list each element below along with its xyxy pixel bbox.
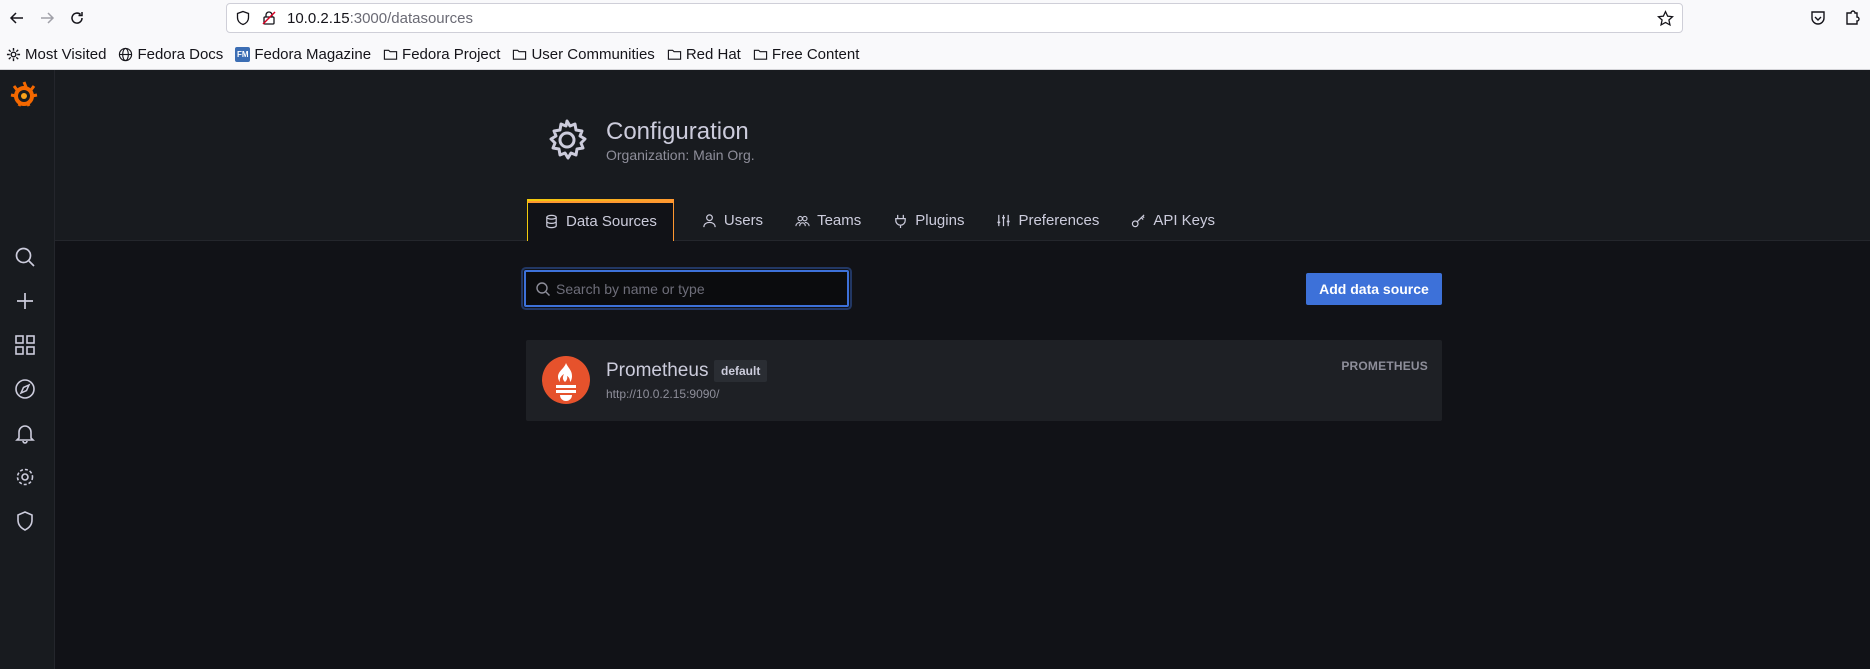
bookmark-fedora-project[interactable]: Fedora Project	[383, 46, 500, 63]
folder-icon	[667, 49, 681, 60]
tab-label: Data Sources	[566, 212, 657, 230]
address-bar[interactable]: 10.0.2.15:3000/datasources	[226, 3, 1683, 33]
dashboards-grid-icon	[15, 335, 35, 355]
tab-preferences[interactable]: Preferences	[980, 199, 1115, 241]
url-text: 10.0.2.15:3000/datasources	[287, 10, 473, 27]
tab-plugins[interactable]: Plugins	[877, 199, 980, 241]
tab-api-keys[interactable]: API Keys	[1115, 199, 1231, 241]
folder-icon	[753, 49, 767, 60]
alerting-nav[interactable]	[13, 421, 37, 445]
default-badge: default	[714, 360, 768, 382]
url-path: :3000/datasources	[349, 10, 473, 27]
bookmark-label: Fedora Magazine	[254, 45, 372, 63]
search-nav[interactable]	[13, 245, 37, 269]
shield-icon	[17, 511, 33, 531]
config-tabs: Data Sources Users Teams Plugins Prefere…	[527, 199, 1231, 241]
bookmark-star-icon[interactable]	[1657, 10, 1674, 27]
datasource-name: Prometheus	[606, 360, 709, 381]
reload-icon	[71, 12, 83, 24]
insecure-lock-icon[interactable]	[261, 10, 277, 26]
datasource-url: http://10.0.2.15:9090/	[606, 387, 720, 401]
sliders-icon	[997, 214, 1011, 226]
add-data-source-button[interactable]: Add data source	[1306, 273, 1442, 305]
extensions-icon[interactable]	[1843, 9, 1861, 27]
tab-label: Plugins	[915, 211, 965, 229]
teams-icon	[795, 215, 810, 226]
search-icon	[536, 282, 550, 296]
create-nav[interactable]	[13, 289, 37, 313]
bookmark-label: Fedora Project	[402, 45, 501, 63]
gear-icon	[6, 47, 21, 61]
back-arrow-icon	[9, 12, 23, 24]
bookmark-label: Free Content	[771, 45, 860, 63]
prometheus-logo-icon	[542, 356, 590, 404]
cog-icon	[549, 119, 587, 160]
user-icon	[703, 213, 716, 227]
tab-label: Teams	[817, 211, 862, 229]
key-icon	[1132, 213, 1145, 227]
bookmark-label: Red Hat	[685, 45, 741, 63]
bell-icon	[15, 425, 35, 444]
plus-icon	[17, 293, 33, 309]
tracking-shield-icon[interactable]	[235, 10, 251, 26]
folder-icon	[383, 49, 398, 60]
configuration-nav[interactable]	[13, 465, 37, 489]
search-icon	[15, 247, 35, 267]
datasource-type: PROMETHEUS	[1341, 359, 1428, 373]
folder-icon	[513, 49, 527, 60]
search-box[interactable]	[524, 270, 849, 307]
bookmark-most-visited[interactable]: Most Visited	[6, 46, 106, 63]
bookmarks-toolbar: Most Visited Fedora Docs FM Fedora Magaz…	[0, 42, 863, 66]
dashboards-nav[interactable]	[13, 333, 37, 357]
reload-button[interactable]	[66, 7, 88, 29]
bookmark-red-hat[interactable]: Red Hat	[667, 46, 741, 63]
tab-data-sources[interactable]: Data Sources	[527, 199, 674, 241]
globe-icon	[119, 47, 133, 61]
tab-teams[interactable]: Teams	[779, 199, 877, 241]
forward-button[interactable]	[36, 7, 58, 29]
tab-label: API Keys	[1153, 211, 1216, 229]
sidebar	[0, 70, 55, 669]
forward-arrow-icon	[41, 12, 55, 24]
browser-toolbar: 10.0.2.15:3000/datasources Most Visited …	[0, 0, 1870, 70]
page-title: Configuration	[606, 118, 749, 145]
bookmark-label: Fedora Docs	[137, 45, 224, 63]
compass-icon	[15, 379, 35, 399]
bookmark-fedora-magazine[interactable]: FM Fedora Magazine	[235, 46, 371, 63]
back-button[interactable]	[6, 7, 28, 29]
grafana-logo-icon[interactable]	[9, 80, 39, 110]
tab-label: Preferences	[1018, 211, 1100, 229]
url-host: 10.0.2.15	[287, 10, 350, 27]
gear-icon	[16, 468, 34, 486]
bookmark-label: User Communities	[531, 45, 655, 63]
bookmark-label: Most Visited	[25, 45, 107, 63]
page-subtitle: Organization: Main Org.	[606, 147, 755, 163]
bookmark-fedora-docs[interactable]: Fedora Docs	[118, 46, 223, 63]
datasource-card[interactable]: Prometheus default http://10.0.2.15:9090…	[526, 340, 1442, 421]
tab-users[interactable]: Users	[686, 199, 779, 241]
plug-icon	[895, 214, 907, 228]
bookmark-user-communities[interactable]: User Communities	[512, 45, 655, 63]
database-icon	[546, 214, 557, 228]
tab-label: Users	[723, 211, 764, 229]
pocket-icon[interactable]	[1809, 9, 1827, 27]
bookmark-free-content[interactable]: Free Content	[753, 45, 860, 63]
search-input[interactable]	[556, 272, 841, 305]
explore-nav[interactable]	[13, 377, 37, 401]
server-admin-nav[interactable]	[13, 509, 37, 533]
fedora-magazine-icon: FM	[235, 46, 251, 62]
